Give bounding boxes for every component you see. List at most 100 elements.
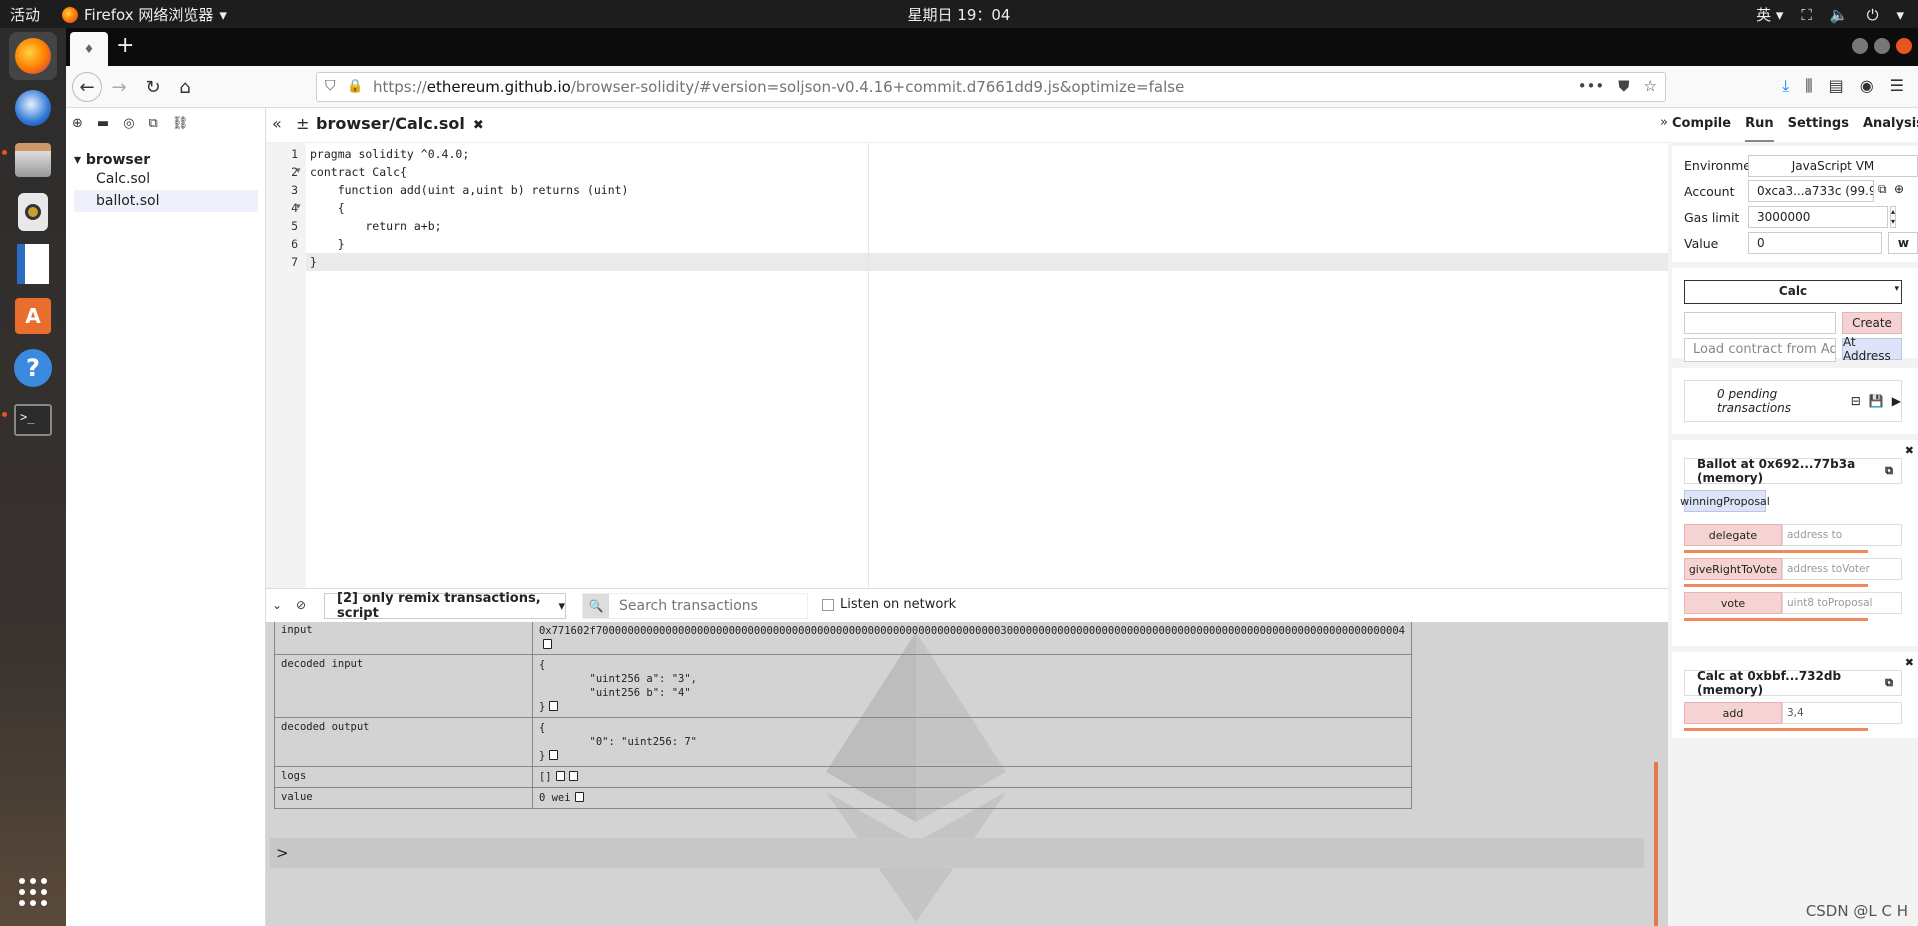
- file-item-calc[interactable]: Calc.sol: [74, 168, 258, 190]
- close-instance-icon[interactable]: ✖: [1905, 444, 1914, 457]
- clear-terminal-icon[interactable]: ⊘: [296, 598, 306, 612]
- account-select[interactable]: 0xca3...a733c (99.99999: [1748, 180, 1874, 202]
- add-account-icon[interactable]: ⊕: [1894, 182, 1904, 196]
- tab-analysis[interactable]: Analysis: [1863, 116, 1918, 142]
- account-icon[interactable]: ◉: [1860, 76, 1874, 96]
- activities-button[interactable]: 活动: [10, 4, 40, 25]
- copy-icon[interactable]: [549, 750, 559, 760]
- terminal-scrollbar[interactable]: [1654, 762, 1658, 926]
- system-tray[interactable]: 英 ▾ ⛶ 🔈 ⏻ ▾: [1756, 4, 1904, 25]
- terminal-prompt[interactable]: >: [270, 838, 1644, 868]
- new-tab-button[interactable]: +: [116, 35, 134, 57]
- winningProposal-button[interactable]: winningProposal: [1680, 490, 1770, 512]
- environment-select[interactable]: JavaScript VM: [1748, 155, 1918, 177]
- add-args-input[interactable]: 3,4: [1782, 702, 1902, 724]
- tab-run[interactable]: Run: [1745, 116, 1774, 142]
- close-instance-icon[interactable]: ✖: [1905, 656, 1914, 669]
- dock-writer[interactable]: [9, 240, 57, 288]
- copy-icon[interactable]: [574, 792, 584, 802]
- url-bar[interactable]: ⛉ 🔒 https://ethereum.github.io/browser-s…: [316, 72, 1666, 102]
- file-item-ballot[interactable]: ballot.sol: [74, 190, 258, 212]
- instance-header[interactable]: Calc at 0xbbf...732db (memory) ⧉: [1684, 669, 1902, 697]
- collapse-right-icon[interactable]: »: [1660, 115, 1668, 130]
- dock-terminal[interactable]: >_: [9, 396, 57, 444]
- gas-stepper-icon[interactable]: ▴ ▾: [1890, 206, 1897, 228]
- page-actions-icon[interactable]: •••: [1578, 77, 1605, 95]
- pocket-icon[interactable]: ⛊: [1618, 77, 1629, 95]
- hamburger-menu-icon[interactable]: ☰: [1890, 76, 1904, 96]
- gas-limit-input[interactable]: 3000000: [1748, 206, 1888, 228]
- app-menu[interactable]: Firefox 网络浏览器 ▾: [62, 4, 227, 25]
- copy-icon[interactable]: [568, 771, 578, 781]
- giveRightToVote-args-input[interactable]: address toVoter: [1782, 558, 1902, 580]
- volume-icon[interactable]: 🔈: [1830, 6, 1849, 24]
- transaction-filter-select[interactable]: [2] only remix transactions, script ▾: [324, 591, 566, 621]
- tab-settings[interactable]: Settings: [1788, 116, 1849, 142]
- constructor-args-input[interactable]: [1684, 312, 1836, 334]
- copy-icon[interactable]: [555, 771, 565, 781]
- library-icon[interactable]: ⫼: [1805, 76, 1812, 96]
- input-method-indicator[interactable]: 英 ▾: [1756, 4, 1783, 25]
- bookmark-star-icon[interactable]: ☆: [1644, 77, 1657, 95]
- copy-icon[interactable]: [549, 701, 559, 711]
- delegate-args-input[interactable]: address to: [1782, 524, 1902, 546]
- minimize-button[interactable]: [1852, 38, 1868, 54]
- forward-button[interactable]: →: [104, 72, 134, 102]
- giveRightToVote-button[interactable]: giveRightToVote: [1684, 558, 1782, 580]
- collapse-left-icon[interactable]: «: [272, 114, 282, 133]
- dock-software[interactable]: A: [9, 292, 57, 340]
- shield-icon[interactable]: ⛉: [325, 78, 336, 94]
- dock-firefox[interactable]: [9, 32, 57, 80]
- contract-select[interactable]: Calc ▾: [1684, 280, 1902, 304]
- home-button[interactable]: ⌂: [170, 72, 200, 102]
- back-button[interactable]: ←: [72, 72, 102, 102]
- new-file-icon[interactable]: ⊕: [72, 116, 83, 131]
- github-icon[interactable]: ◎: [123, 116, 134, 131]
- lock-icon[interactable]: 🔒: [347, 79, 363, 94]
- copy-address-icon[interactable]: ⧉: [1885, 676, 1893, 690]
- dock-rhythmbox[interactable]: [9, 188, 57, 236]
- open-folder-icon[interactable]: ▬: [97, 116, 109, 131]
- search-input[interactable]: [609, 598, 799, 614]
- link-icon[interactable]: ⛓: [172, 116, 189, 131]
- browser-tab[interactable]: ♦: [70, 32, 108, 66]
- network-icon[interactable]: ⛶: [1801, 6, 1812, 24]
- code-editor[interactable]: 1 2 ▾ 3 4 ▾ 5 6 7 pragma solidity ^0.4.0; contrac…: [266, 142, 1668, 589]
- value-input[interactable]: 0: [1748, 232, 1882, 254]
- listen-on-network[interactable]: Listen on network: [822, 597, 956, 612]
- dock-thunderbird[interactable]: [9, 84, 57, 132]
- folder-browser[interactable]: ▾ browser: [74, 152, 258, 168]
- delegate-button[interactable]: delegate: [1684, 524, 1782, 546]
- downloads-icon[interactable]: ⤓: [1782, 76, 1789, 96]
- dock-files[interactable]: [9, 136, 57, 184]
- editor-tab-calc[interactable]: browser/Calc.sol ✖: [316, 114, 484, 133]
- copy-account-icon[interactable]: ⧉: [1878, 182, 1887, 197]
- instance-header[interactable]: Ballot at 0x692...77b3a (memory) ⧉: [1684, 457, 1902, 485]
- save-icon[interactable]: 💾: [1869, 394, 1884, 408]
- clock[interactable]: 星期日 19：04: [0, 4, 1918, 25]
- value-unit-select[interactable]: w: [1888, 232, 1918, 254]
- chevron-down-icon[interactable]: ▾: [1896, 6, 1904, 24]
- fold-arrow-icon[interactable]: ▾: [296, 202, 301, 212]
- close-window-button[interactable]: [1896, 38, 1912, 54]
- at-address-input[interactable]: Load contract from Addre: [1684, 338, 1836, 362]
- maximize-button[interactable]: [1874, 38, 1890, 54]
- vote-args-input[interactable]: uint8 toProposal: [1782, 592, 1902, 614]
- tab-compile[interactable]: Compile: [1672, 116, 1731, 142]
- listen-checkbox[interactable]: [822, 598, 834, 611]
- power-icon[interactable]: ⏻: [1867, 6, 1879, 24]
- increase-font-icon[interactable]: ±: [296, 114, 309, 133]
- fold-arrow-icon[interactable]: ▾: [296, 166, 301, 176]
- show-applications-button[interactable]: [9, 868, 57, 916]
- play-icon[interactable]: ▶: [1892, 394, 1901, 408]
- clear-pending-icon[interactable]: ⊟: [1851, 394, 1861, 408]
- copy-files-icon[interactable]: ⧉: [149, 116, 158, 131]
- collapse-terminal-icon[interactable]: ⌄: [272, 598, 282, 612]
- create-button[interactable]: Create: [1842, 312, 1902, 334]
- close-tab-icon[interactable]: ✖: [473, 118, 484, 133]
- vote-button[interactable]: vote: [1684, 592, 1782, 614]
- sidebar-icon[interactable]: ▤: [1829, 76, 1844, 96]
- copy-icon[interactable]: [542, 639, 552, 649]
- copy-address-icon[interactable]: ⧉: [1885, 464, 1893, 478]
- at-address-button[interactable]: At Address: [1842, 335, 1902, 363]
